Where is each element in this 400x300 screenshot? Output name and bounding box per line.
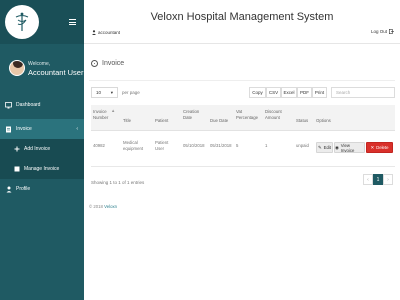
list-icon bbox=[13, 166, 20, 173]
sort-icon: ▲ bbox=[111, 108, 116, 113]
invoice-icon bbox=[5, 126, 12, 133]
sidebar-item-profile[interactable]: Profile bbox=[0, 179, 84, 199]
pagination: ‹ 1 › bbox=[363, 174, 393, 185]
delete-button[interactable]: ✕ Delete bbox=[366, 142, 393, 153]
close-icon: ✕ bbox=[370, 144, 375, 150]
copyright-text: © 2018 bbox=[89, 204, 103, 209]
logo-area bbox=[0, 0, 84, 44]
cell-invoice-number: 40982 bbox=[93, 143, 105, 148]
cell-vat: 5 bbox=[236, 143, 239, 148]
csv-button[interactable]: CSV bbox=[266, 87, 281, 98]
main-content: Invoice 10 ▾ per page Copy CSV Excel PDF… bbox=[84, 44, 400, 300]
sidebar-item-invoice[interactable]: Invoice ‹ bbox=[0, 119, 84, 139]
column-header-options: Options bbox=[316, 118, 331, 123]
invoice-table: Invoice Number ▲ Title Patient Creation Da… bbox=[91, 105, 395, 167]
column-header-due-date[interactable]: Due Date bbox=[210, 118, 228, 124]
table-row: 40982 Medical equipment Patient User 05/10… bbox=[91, 131, 395, 167]
sidebar-item-label: Profile bbox=[16, 186, 31, 192]
page-title: Veloxn Hospital Management System bbox=[150, 11, 334, 23]
pager-next-button[interactable]: › bbox=[383, 174, 393, 185]
sidebar-item-label: Add Invoice bbox=[24, 146, 51, 152]
plus-icon bbox=[13, 146, 20, 153]
logout-label: Log Out bbox=[370, 29, 387, 34]
cell-due-date: 05/31/2018 bbox=[210, 143, 232, 148]
column-header-discount[interactable]: Discount Amount bbox=[265, 109, 282, 121]
column-header-invoice-number[interactable]: Invoice Number bbox=[93, 109, 108, 121]
logout-button[interactable]: Log Out bbox=[370, 29, 394, 35]
excel-button[interactable]: Excel bbox=[281, 87, 297, 98]
sidebar-user: Welcome, Accountant User bbox=[0, 58, 84, 88]
search-input[interactable]: Search bbox=[331, 87, 395, 98]
edit-label: Edit bbox=[323, 145, 331, 150]
page-heading-text: Invoice bbox=[102, 60, 125, 67]
menu-toggle-icon[interactable] bbox=[69, 19, 76, 25]
sidebar-item-dashboard[interactable]: Dashboard bbox=[0, 95, 84, 115]
monitor-icon bbox=[5, 101, 12, 109]
invoice-panel: 10 ▾ per page Copy CSV Excel PDF Print S… bbox=[89, 80, 395, 196]
delete-label: Delete bbox=[376, 145, 389, 150]
column-header-status[interactable]: Status bbox=[296, 118, 308, 124]
account-name: accountant bbox=[98, 30, 121, 35]
cell-patient: Patient User bbox=[155, 140, 169, 151]
sidebar-item-label: Dashboard bbox=[16, 102, 41, 108]
print-button[interactable]: Print bbox=[312, 87, 327, 98]
cell-title: Medical equipment bbox=[123, 140, 144, 151]
pencil-icon: ✎ bbox=[317, 144, 322, 150]
table-info: Showing 1 to 1 of 1 entries bbox=[91, 180, 145, 185]
view-invoice-label: View Invoice bbox=[340, 142, 355, 153]
eye-icon: ◉ bbox=[335, 144, 339, 150]
page-length-label: per page bbox=[122, 90, 140, 95]
copy-button[interactable]: Copy bbox=[249, 87, 266, 98]
sidebar: Welcome, Accountant User Dashboard Invoi… bbox=[0, 0, 84, 300]
chevron-down-icon: ▾ bbox=[110, 89, 113, 95]
user-name: Accountant User bbox=[28, 68, 84, 77]
welcome-text: Welcome, bbox=[28, 61, 51, 67]
user-icon bbox=[5, 186, 12, 193]
table-header: Invoice Number ▲ Title Patient Creation Da… bbox=[91, 105, 395, 131]
column-header-creation-date[interactable]: Creation Date bbox=[183, 109, 199, 121]
app-root: Welcome, Accountant User Dashboard Invoi… bbox=[0, 0, 400, 300]
invoice-circle-icon bbox=[91, 60, 98, 67]
caduceus-logo-icon bbox=[15, 12, 29, 31]
footer-brand-link[interactable]: Veloxn bbox=[104, 204, 117, 209]
sidebar-item-label: Invoice bbox=[16, 126, 32, 132]
sidebar-item-manage-invoice[interactable]: Manage Invoice bbox=[0, 159, 84, 179]
cell-creation-date: 05/10/2018 bbox=[183, 143, 205, 148]
pager-page-1[interactable]: 1 bbox=[373, 174, 383, 185]
user-icon bbox=[92, 30, 96, 35]
chevron-icon: ‹ bbox=[76, 126, 78, 132]
sidebar-item-label: Manage Invoice bbox=[24, 166, 60, 172]
edit-button[interactable]: ✎ Edit bbox=[316, 142, 333, 153]
pager-prev-button[interactable]: ‹ bbox=[363, 174, 373, 185]
status-badge: unpaid bbox=[296, 143, 309, 148]
view-invoice-button[interactable]: ◉ View Invoice bbox=[334, 142, 365, 153]
column-header-vat[interactable]: Vat Percentage bbox=[236, 109, 258, 121]
logo[interactable] bbox=[5, 5, 39, 39]
column-header-title[interactable]: Title bbox=[123, 118, 131, 124]
sidebar-nav: Dashboard Invoice ‹ Add Invoice Manage I… bbox=[0, 95, 84, 199]
sidebar-item-add-invoice[interactable]: Add Invoice bbox=[0, 139, 84, 159]
cell-discount: 1 bbox=[265, 143, 268, 148]
footer: © 2018 Veloxn bbox=[89, 204, 117, 209]
column-header-patient[interactable]: Patient bbox=[155, 118, 168, 124]
pdf-button[interactable]: PDF bbox=[297, 87, 312, 98]
logout-icon bbox=[389, 29, 394, 35]
page-length-select[interactable]: 10 ▾ bbox=[91, 87, 118, 98]
page-length-value: 10 bbox=[96, 90, 102, 95]
topbar: Veloxn Hospital Management System accoun… bbox=[84, 0, 400, 44]
page-heading: Invoice bbox=[91, 60, 124, 67]
avatar bbox=[9, 60, 25, 76]
account-link[interactable]: accountant bbox=[92, 30, 120, 35]
